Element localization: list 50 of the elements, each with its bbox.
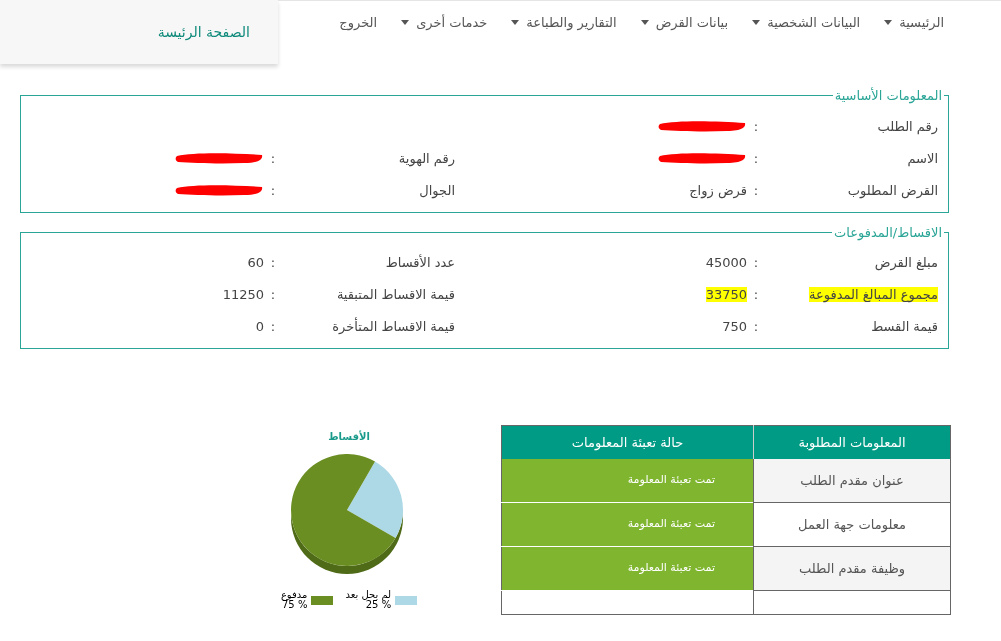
field-label: رقم الطلب xyxy=(877,118,938,134)
separator: : xyxy=(270,255,276,270)
field-label: قيمة الاقساط المتبقية xyxy=(336,287,455,302)
nav-menu-item[interactable]: بيانات القرض xyxy=(640,13,729,33)
chart-title: الأقساط xyxy=(328,429,370,444)
column-header: حالة تعبئة المعلومات xyxy=(501,425,754,459)
separator: : xyxy=(753,150,759,166)
legend-value: % 25 xyxy=(365,600,392,610)
field-label: الجوال xyxy=(419,182,455,198)
table-cell: وظيفة مقدم الطلب xyxy=(753,546,951,591)
nav-menu-item[interactable]: الرئيسية xyxy=(884,13,944,33)
table-cell: عنوان مقدم الطلب xyxy=(753,458,951,503)
separator: : xyxy=(753,182,759,198)
nav-menu-item[interactable]: خدمات أخرى xyxy=(401,13,488,33)
field-value: 60 xyxy=(247,255,264,270)
field-label: قيمة الاقساط المتأخرة xyxy=(332,319,455,334)
status-cell: تمت تعبئة المعلومة xyxy=(501,502,754,547)
nav-menu-item[interactable]: التقارير والطباعة xyxy=(511,13,617,33)
nav-menu-item[interactable]: البيانات الشخصية xyxy=(752,13,861,33)
nav-menu-item[interactable]: الخروج xyxy=(339,13,378,33)
field-value: 45000 xyxy=(705,255,747,270)
section-legend: الاقساط/المدفوعات xyxy=(832,222,944,242)
table-cell: معلومات جهة العمل xyxy=(753,502,951,547)
column-header: المعلومات المطلوبة xyxy=(753,425,951,459)
field-value: 11250 xyxy=(222,287,264,302)
field-label: مجموع المبالغ المدفوعة xyxy=(808,287,938,302)
status-cell: تمت تعبئة المعلومة xyxy=(501,458,754,503)
separator: : xyxy=(753,255,759,270)
separator: : xyxy=(753,319,759,334)
field-label: الاسم xyxy=(907,150,938,166)
field-label: قيمة القسط xyxy=(871,319,938,334)
home-tab[interactable]: الصفحة الرئيسة xyxy=(0,0,278,64)
legend-label: لم يحل بعد xyxy=(345,590,392,600)
field-value: 33750 xyxy=(705,287,747,302)
separator: : xyxy=(270,150,276,166)
field-label: القرض المطلوب xyxy=(847,182,938,198)
field-value: 0 xyxy=(255,319,264,334)
field-label: رقم الهوية xyxy=(398,150,455,166)
field-value: 750 xyxy=(722,319,747,334)
field-value: قرض زواج xyxy=(689,182,747,198)
status-cell: تمت تعبئة المعلومة xyxy=(501,546,754,591)
separator: : xyxy=(270,319,276,334)
separator: : xyxy=(270,182,276,198)
field-label: عدد الأقساط xyxy=(385,255,455,270)
separator: : xyxy=(270,287,276,302)
section-legend: المعلومات الأساسية xyxy=(832,86,944,106)
separator: : xyxy=(753,287,759,302)
separator: : xyxy=(753,118,759,134)
legend-value: % 75 xyxy=(282,600,308,610)
field-label: مبلغ القرض xyxy=(874,255,938,270)
